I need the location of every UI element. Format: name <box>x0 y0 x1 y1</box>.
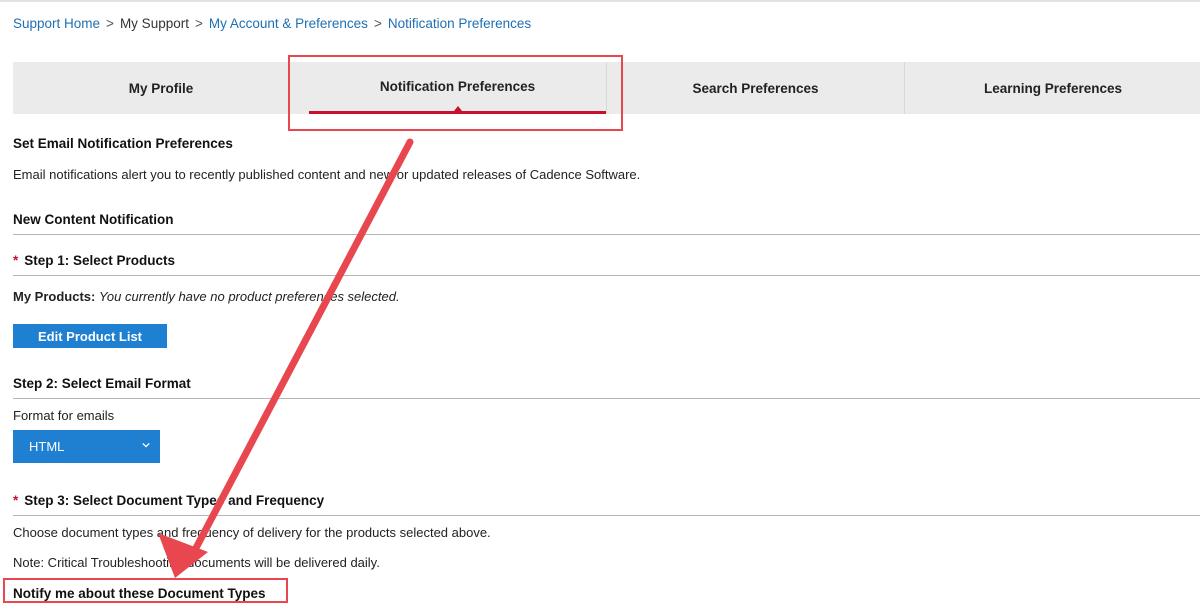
notify-document-types-title: Notify me about these Document Types <box>13 586 266 601</box>
email-format-value: HTML <box>29 439 65 454</box>
tab-search-preferences[interactable]: Search Preferences <box>606 62 904 114</box>
required-mark: * <box>13 493 19 508</box>
step3-note: Note: Critical Troubleshooting documents… <box>13 555 380 570</box>
required-mark: * <box>13 253 19 268</box>
my-products-line: My Products: You currently have no produ… <box>13 289 400 304</box>
step3-description: Choose document types and frequency of d… <box>13 525 491 540</box>
breadcrumb-my-support: My Support <box>119 16 189 31</box>
new-content-title: New Content Notification <box>13 212 174 227</box>
section-title: Set Email Notification Preferences <box>13 136 233 151</box>
step1-title: * Step 1: Select Products <box>13 253 176 268</box>
divider <box>13 398 1200 399</box>
tab-notification-preferences[interactable]: Notification Preferences <box>309 62 606 114</box>
my-products-label: My Products: <box>13 289 96 304</box>
top-divider <box>0 0 1200 2</box>
divider <box>13 275 1200 276</box>
chevron-down-icon <box>142 442 150 448</box>
preferences-tabs: My Profile Notification Preferences Sear… <box>13 62 1200 114</box>
breadcrumb: Support Home > My Support > My Account & Pre… <box>13 16 532 31</box>
tab-learning-preferences[interactable]: Learning Preferences <box>904 62 1200 114</box>
email-format-select[interactable]: HTML <box>13 430 160 463</box>
format-label: Format for emails <box>13 408 115 423</box>
divider <box>13 515 1200 516</box>
tab-my-profile[interactable]: My Profile <box>13 62 309 114</box>
divider <box>13 234 1200 235</box>
breadcrumb-notification-preferences[interactable]: Notification Preferences <box>388 16 531 31</box>
edit-product-list-button[interactable]: Edit Product List <box>13 324 167 348</box>
active-tab-underline <box>309 111 606 114</box>
breadcrumb-account-preferences[interactable]: My Account & Preferences <box>209 16 368 31</box>
step3-title: * Step 3: Select Document Types and Frequ… <box>13 493 325 508</box>
intro-text: Email notifications alert you to recentl… <box>13 167 641 182</box>
my-products-value: You currently have no product preference… <box>98 289 400 304</box>
breadcrumb-support-home[interactable]: Support Home <box>13 16 100 31</box>
step2-title: Step 2: Select Email Format <box>13 376 191 391</box>
